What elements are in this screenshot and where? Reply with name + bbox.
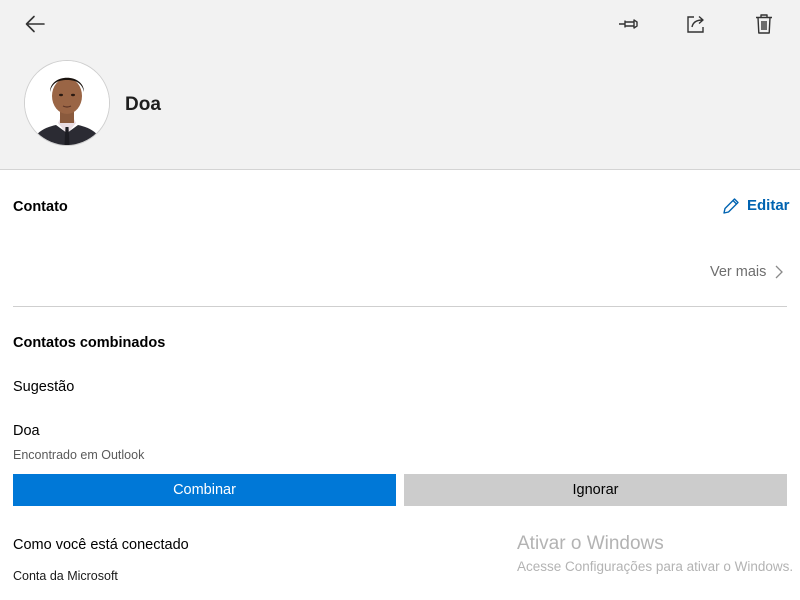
activation-watermark-subtitle: Acesse Configurações para ativar o Windo… — [517, 559, 794, 574]
profile-photo — [25, 61, 109, 145]
see-more-label: Ver mais — [710, 264, 767, 280]
activation-watermark-title: Ativar o Windows — [517, 533, 664, 554]
avatar — [24, 60, 110, 146]
suggestion-label: Sugestão — [13, 379, 75, 395]
edit-button[interactable]: Editar — [721, 196, 790, 216]
profile-name: Doa — [125, 94, 161, 115]
ignore-button[interactable]: Ignorar — [404, 474, 787, 506]
contact-section-title: Contato — [13, 199, 68, 215]
suggested-contact-source: Encontrado em Outlook — [13, 448, 145, 462]
share-button[interactable] — [680, 8, 712, 40]
pencil-icon — [723, 198, 739, 214]
delete-button[interactable] — [748, 8, 780, 40]
see-more-link[interactable]: Ver mais — [710, 262, 784, 282]
suggested-contact-name: Doa — [13, 423, 40, 439]
account-type: Conta da Microsoft — [13, 569, 118, 583]
section-divider — [13, 306, 787, 307]
trash-icon — [756, 14, 772, 34]
merged-contacts-title: Contatos combinados — [13, 335, 166, 351]
connection-section-title: Como você está conectado — [13, 537, 189, 553]
contact-header: Doa — [0, 0, 800, 170]
pin-button[interactable] — [613, 8, 645, 40]
pin-icon — [619, 19, 638, 29]
edit-label: Editar — [747, 197, 790, 214]
arrow-left-icon — [25, 15, 45, 33]
combine-button[interactable]: Combinar — [13, 474, 396, 506]
back-button[interactable] — [19, 8, 51, 40]
share-icon — [687, 15, 704, 33]
chevron-right-icon — [775, 265, 784, 279]
